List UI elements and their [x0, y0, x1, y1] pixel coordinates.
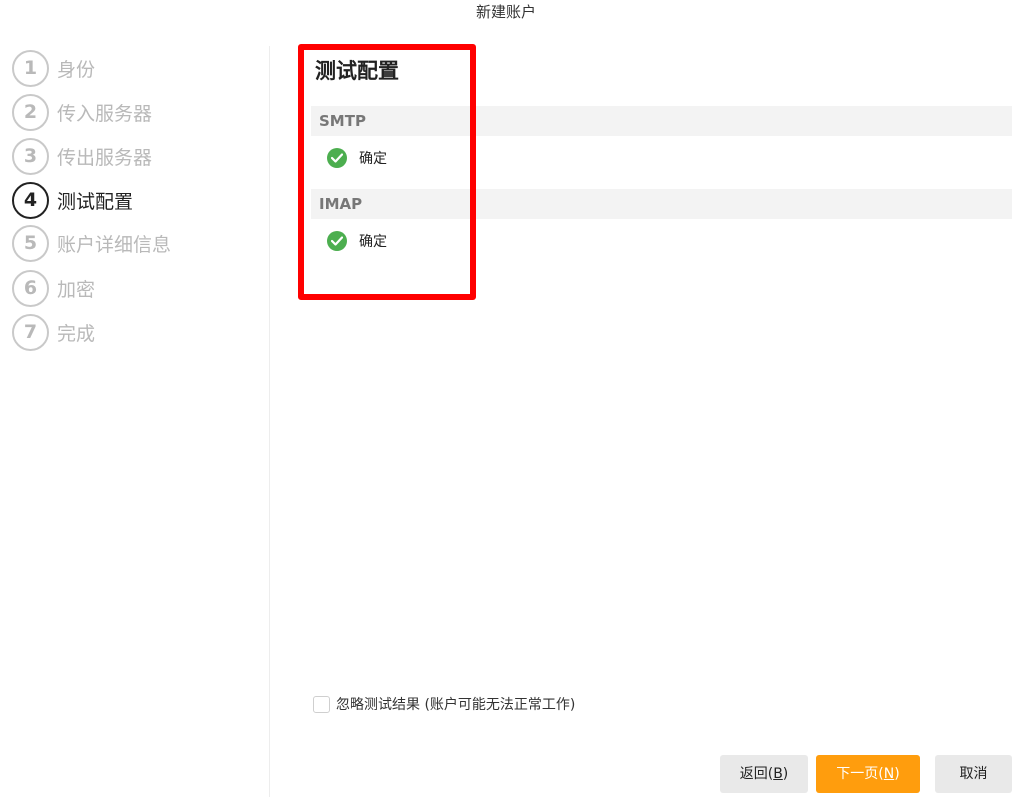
- step-label: 账户详细信息: [57, 233, 172, 256]
- step-identity[interactable]: 1 身份: [12, 49, 96, 87]
- step-number: 2: [12, 93, 49, 131]
- step-label: 身份: [57, 58, 96, 81]
- back-button-label-close: ): [782, 766, 789, 782]
- step-finish[interactable]: 7 完成: [12, 313, 96, 351]
- check-circle-icon: [327, 231, 347, 251]
- step-test-config[interactable]: 4 测试配置: [12, 181, 134, 219]
- step-label: 完成: [57, 322, 96, 345]
- step-label: 传入服务器: [57, 102, 153, 125]
- window-title: 新建账户: [475, 3, 536, 21]
- ignore-results-checkbox[interactable]: [313, 695, 330, 713]
- imap-group-header: IMAP: [311, 189, 1012, 219]
- step-number: 4: [12, 181, 49, 219]
- step-number: 1: [12, 49, 49, 87]
- next-button-label-close: ): [894, 766, 900, 782]
- step-label: 测试配置: [57, 190, 134, 213]
- next-button-shortcut: N: [883, 766, 895, 782]
- new-account-window: 新建账户 1 身份 2 传入服务器 3 传出服务器 4 测试配置 5 账户详细信…: [0, 0, 1012, 797]
- page-title: 测试配置: [315, 59, 399, 83]
- imap-status-row: 确定: [327, 230, 387, 252]
- imap-status-text: 确定: [359, 234, 387, 250]
- back-button-label: 返回(: [739, 766, 774, 782]
- step-outgoing-server[interactable]: 3 传出服务器: [12, 137, 153, 175]
- step-encryption[interactable]: 6 加密: [12, 269, 96, 307]
- smtp-status-row: 确定: [327, 147, 387, 169]
- back-button-shortcut: B: [773, 766, 783, 782]
- step-label: 传出服务器: [57, 146, 153, 169]
- back-button[interactable]: 返回(B): [720, 755, 808, 793]
- step-number: 6: [12, 269, 49, 307]
- step-number: 5: [12, 224, 49, 262]
- step-number: 7: [12, 313, 49, 351]
- smtp-status-text: 确定: [359, 151, 387, 167]
- step-number: 3: [12, 137, 49, 175]
- main-content: 测试配置 SMTP 确定 IMAP 确定 忽略测试结果 (账户可能无法正常工作)…: [271, 26, 1012, 797]
- ignore-results-label: 忽略测试结果 (账户可能无法正常工作): [336, 697, 576, 713]
- smtp-group-header: SMTP: [311, 106, 1012, 136]
- ignore-results-option[interactable]: 忽略测试结果 (账户可能无法正常工作): [313, 694, 575, 714]
- step-label: 加密: [57, 278, 96, 301]
- next-button[interactable]: 下一页(N): [816, 755, 920, 793]
- check-circle-icon: [327, 148, 347, 168]
- next-button-label: 下一页(: [836, 766, 884, 782]
- step-incoming-server[interactable]: 2 传入服务器: [12, 93, 153, 131]
- cancel-button[interactable]: 取消: [935, 755, 1012, 793]
- step-account-details[interactable]: 5 账户详细信息: [12, 224, 172, 262]
- steps-sidebar: 1 身份 2 传入服务器 3 传出服务器 4 测试配置 5 账户详细信息 6 加…: [0, 46, 270, 797]
